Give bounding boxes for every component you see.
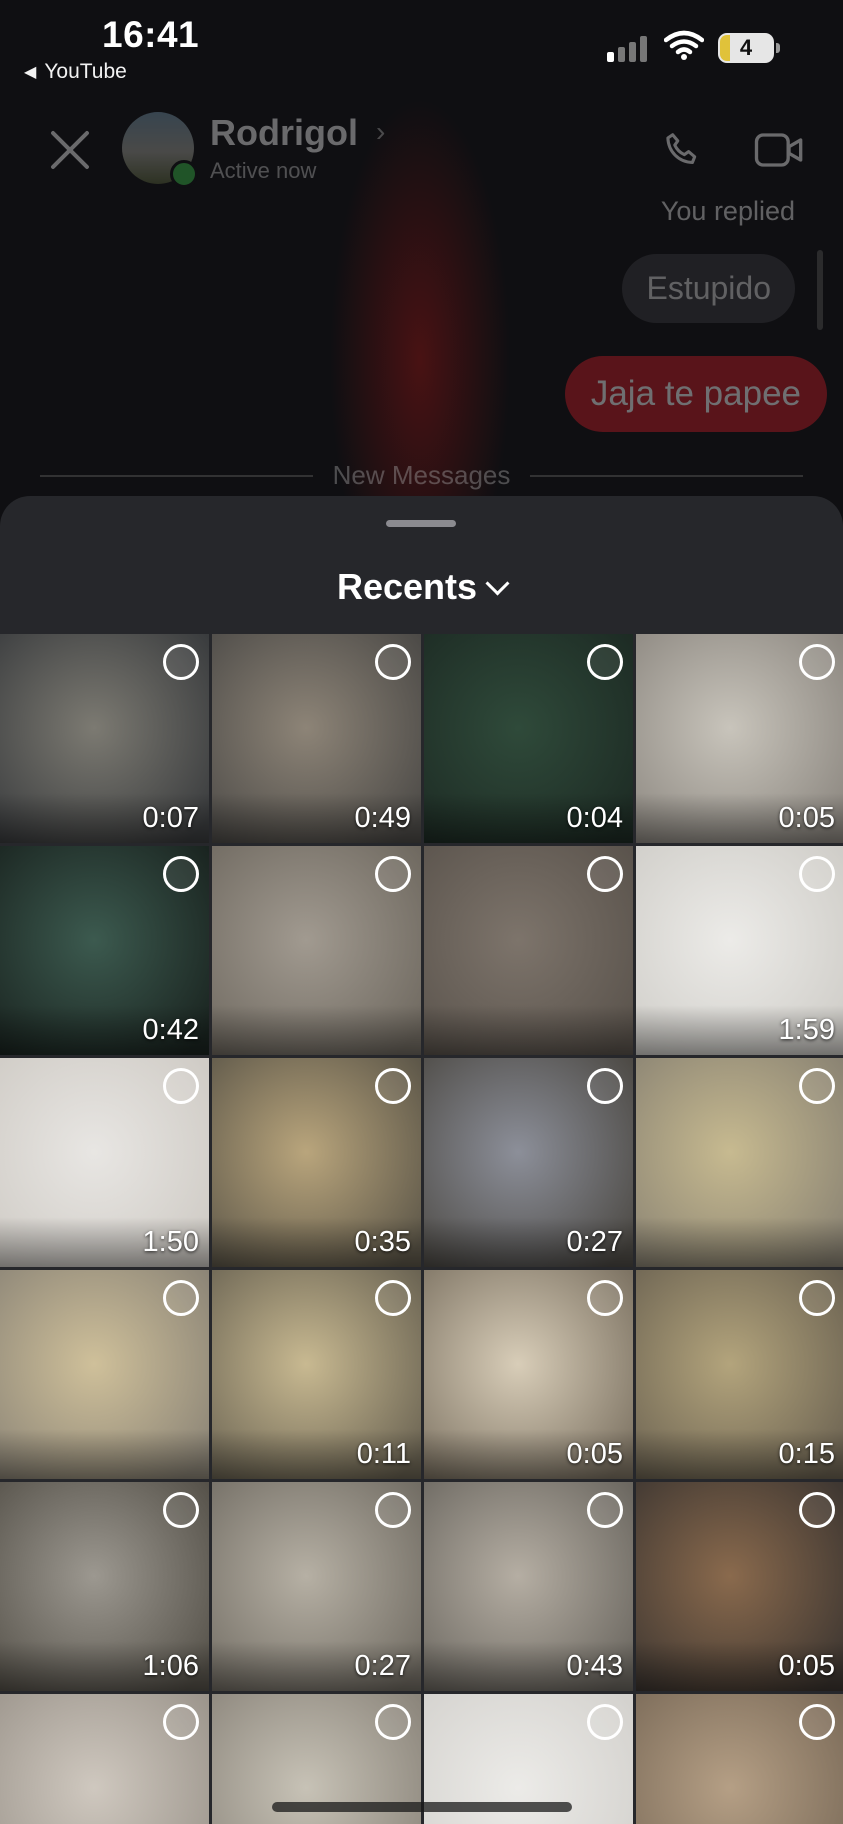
media-thumbnail[interactable]: 0:05 [636,634,843,843]
select-circle-icon[interactable] [375,1068,411,1104]
video-duration: 0:05 [566,1438,623,1470]
media-thumbnail[interactable]: 1:59 [636,846,843,1055]
media-thumbnail[interactable] [0,1694,209,1824]
chat-header: Rodrigol › Active now [0,100,843,200]
select-circle-icon[interactable] [163,1280,199,1316]
cellular-signal-icon [607,36,647,62]
video-duration: 0:11 [356,1438,411,1470]
select-circle-icon[interactable] [799,1068,835,1104]
video-duration: 0:05 [778,1650,835,1682]
contact-name[interactable]: Rodrigol [210,112,358,154]
media-thumbnail[interactable]: 1:06 [0,1482,209,1691]
scroll-indicator [817,250,823,330]
video-duration: 0:27 [354,1650,411,1682]
sent-message-bubble[interactable]: Jaja te papee [564,356,827,432]
active-status: Active now [210,158,317,183]
select-circle-icon[interactable] [587,1704,623,1740]
video-duration: 0:04 [566,802,623,834]
video-duration: 0:42 [142,1014,199,1046]
divider-line [530,474,804,477]
home-indicator [272,1802,572,1812]
video-duration: 0:35 [354,1226,411,1258]
video-duration: 0:05 [778,802,835,834]
select-circle-icon[interactable] [799,1704,835,1740]
status-bar: 16:41 ◀ YouTube 4 [0,0,843,90]
select-circle-icon[interactable] [799,1492,835,1528]
media-thumbnail[interactable] [424,846,633,1055]
media-thumbnail[interactable]: 0:49 [212,634,421,843]
media-thumbnail[interactable] [0,1270,209,1479]
new-messages-divider: New Messages [40,460,804,491]
phone-icon[interactable] [660,128,706,179]
album-title: Recents [336,566,478,607]
online-indicator [170,160,198,188]
battery-level: 4 [739,35,753,60]
thumbnail-shade [212,1005,421,1055]
media-thumbnail[interactable] [636,1694,843,1824]
close-icon[interactable] [48,128,92,172]
video-duration: 0:15 [778,1438,835,1470]
chevron-right-icon: › [376,116,386,147]
status-time: 16:41 [102,14,200,55]
back-triangle-icon: ◀ [24,64,37,81]
media-thumbnail[interactable]: 0:04 [424,634,633,843]
select-circle-icon[interactable] [587,856,623,892]
media-thumbnail[interactable]: 0:35 [212,1058,421,1267]
media-thumbnail[interactable]: 0:07 [0,634,209,843]
select-circle-icon[interactable] [587,1068,623,1104]
media-thumbnail[interactable]: 0:42 [0,846,209,1055]
select-circle-icon[interactable] [799,856,835,892]
media-picker-sheet: Recents 0:07 0:49 0:04 0:05 0:42 1:59 1:50 0:35… [0,496,843,1824]
media-grid: 0:07 0:49 0:04 0:05 0:42 1:59 1:50 0:35 0:27 0:11… [0,634,843,1824]
new-messages-label: New Messages [332,460,511,490]
video-duration: 0:07 [142,802,199,834]
select-circle-icon[interactable] [375,644,411,680]
select-circle-icon[interactable] [375,1492,411,1528]
video-call-icon[interactable] [754,130,804,175]
media-thumbnail[interactable]: 0:05 [424,1270,633,1479]
chat-thread: You replied Estupido Jaja te papee New M… [0,190,843,500]
select-circle-icon[interactable] [587,1492,623,1528]
select-circle-icon[interactable] [375,1704,411,1740]
select-circle-icon[interactable] [163,856,199,892]
you-replied-label: You replied [660,196,795,226]
select-circle-icon[interactable] [375,856,411,892]
select-circle-icon[interactable] [163,644,199,680]
media-thumbnail[interactable]: 0:43 [424,1482,633,1691]
media-thumbnail[interactable]: 0:11 [212,1270,421,1479]
album-selector[interactable]: Recents [0,566,843,608]
video-duration: 1:06 [142,1650,199,1682]
thumbnail-shade [0,1429,209,1479]
wifi-icon [663,30,705,65]
select-circle-icon[interactable] [375,1280,411,1316]
video-duration: 0:43 [566,1650,623,1682]
media-thumbnail[interactable]: 0:27 [212,1482,421,1691]
select-circle-icon[interactable] [799,1280,835,1316]
select-circle-icon[interactable] [799,644,835,680]
replied-message-bubble[interactable]: Estupido [622,254,795,323]
select-circle-icon[interactable] [587,644,623,680]
media-thumbnail[interactable]: 0:27 [424,1058,633,1267]
chevron-down-icon [485,570,510,596]
select-circle-icon[interactable] [163,1068,199,1104]
media-thumbnail[interactable] [636,1058,843,1267]
sheet-grabber[interactable] [386,520,456,527]
select-circle-icon[interactable] [163,1704,199,1740]
video-duration: 0:27 [566,1226,623,1258]
select-circle-icon[interactable] [163,1492,199,1528]
media-thumbnail[interactable]: 1:50 [0,1058,209,1267]
divider-line [40,474,313,477]
battery-icon: 4 [718,33,780,63]
back-to-app-link[interactable]: ◀ YouTube [24,60,127,84]
thumbnail-shade [636,1217,843,1267]
media-thumbnail[interactable] [212,846,421,1055]
media-thumbnail[interactable]: 0:15 [636,1270,843,1479]
media-thumbnail[interactable]: 0:05 [636,1482,843,1691]
select-circle-icon[interactable] [587,1280,623,1316]
video-duration: 0:49 [354,802,411,834]
video-duration: 1:59 [778,1014,835,1046]
back-app-label: YouTube [44,60,127,83]
video-duration: 1:50 [142,1226,199,1258]
thumbnail-shade [424,1005,633,1055]
